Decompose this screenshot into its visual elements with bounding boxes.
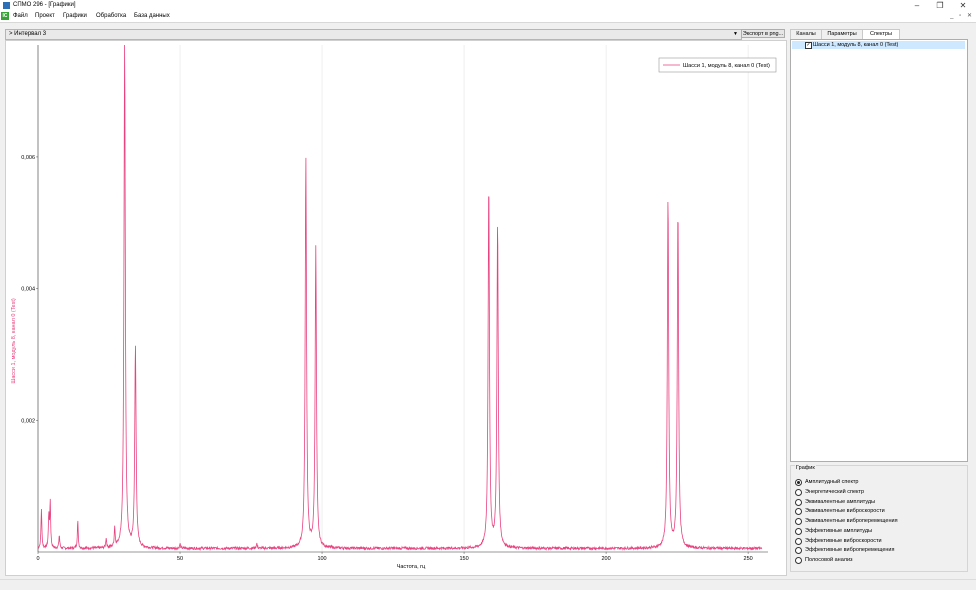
app-logo-icon: IC — [1, 12, 9, 20]
radio-label: Амплитудный спектр — [805, 479, 859, 485]
divider — [0, 22, 976, 23]
y-axis-label: Шасси 1, модуль 8, канал 0 (Test) — [11, 298, 17, 384]
x-tick-label: 0 — [36, 556, 39, 562]
menu-processing[interactable]: Обработка — [96, 12, 126, 21]
radio-button[interactable] — [795, 538, 802, 545]
radio-label: Эквивалентные амплитуды — [805, 499, 876, 505]
radio-label: Энергетический спектр — [805, 489, 865, 495]
x-tick-label: 200 — [601, 556, 610, 562]
tab-parameters[interactable]: Параметры — [821, 29, 863, 39]
y-tick-label: 0,002 — [21, 418, 35, 424]
radio-button[interactable] — [795, 489, 802, 496]
menu-file[interactable]: Файл — [13, 12, 28, 21]
radio-label: Эквивалентные виброскорости — [805, 508, 885, 514]
legend-label: Шасси 1, модуль 8, канал 0 (Test) — [683, 63, 770, 69]
x-tick-label: 150 — [459, 556, 468, 562]
mdi-window-controls[interactable]: _ ▫ ✕ — [950, 12, 974, 19]
menu-project[interactable]: Проект — [35, 12, 55, 21]
menu-database[interactable]: База данных — [134, 12, 170, 21]
interval-select-value: > Интервал 3 — [9, 31, 47, 37]
graph-type-group: График Амплитудный спектр Энергетический… — [790, 465, 968, 572]
radio-label: Эффективные виброперемещения — [805, 547, 895, 553]
radio-label: Полосовой анализ — [805, 557, 853, 563]
radio-button[interactable] — [795, 499, 802, 506]
spectrum-checkbox[interactable]: ✓ — [805, 42, 812, 49]
legend: Шасси 1, модуль 8, канал 0 (Test) — [658, 57, 777, 73]
menu-charts[interactable]: Графики — [63, 12, 87, 21]
interval-select[interactable]: > Интервал 3 ▼ — [5, 29, 742, 40]
spectrum-plot[interactable]: 0 50 100 150 200 250 0,002 0,004 0,006 Шасси 1, … — [5, 40, 787, 576]
radio-button[interactable] — [795, 547, 802, 554]
app-icon — [3, 2, 10, 9]
spectrum-chart: 0 50 100 150 200 250 0,002 0,004 0,006 Шасси 1, … — [11, 44, 777, 570]
y-tick-label: 0,004 — [21, 287, 35, 293]
title-bar: СПМО 296 - [Графики] – ❐ ✕ — [0, 0, 976, 11]
tab-channels[interactable]: Каналы — [790, 29, 822, 39]
list-item[interactable]: ✓ Шасси 1, модуль 8, канал 0 (Test) — [792, 41, 965, 49]
radio-label: Эффективные амплитуды — [805, 528, 873, 534]
x-tick-label: 250 — [744, 556, 753, 562]
maximize-button[interactable]: ❐ — [933, 0, 947, 11]
radio-button[interactable] — [795, 518, 802, 525]
y-tick-label: 0,006 — [21, 155, 35, 161]
series-line — [37, 44, 763, 552]
window-title: СПМО 296 - [Графики] — [13, 2, 76, 8]
minimize-button[interactable]: – — [910, 0, 924, 11]
radio-button[interactable] — [795, 557, 802, 564]
menu-bar: IC Файл Проект Графики Обработка База да… — [0, 11, 976, 22]
radio-button[interactable] — [795, 508, 802, 515]
radio-button[interactable] — [795, 528, 802, 535]
chevron-down-icon: ▼ — [733, 31, 738, 37]
group-title: График — [795, 465, 816, 472]
radio-button[interactable] — [795, 479, 802, 486]
spectra-list: ✓ Шасси 1, модуль 8, канал 0 (Test) — [790, 39, 968, 462]
radio-label: Эффективные виброскорости — [805, 538, 882, 544]
x-tick-label: 50 — [177, 556, 183, 562]
x-tick-label: 100 — [317, 556, 326, 562]
x-axis-label: Частота, гц — [397, 564, 426, 570]
radio-label: Эквивалентные виброперемещения — [805, 518, 898, 524]
status-bar — [0, 579, 976, 590]
close-button[interactable]: ✕ — [956, 0, 970, 11]
export-png-button[interactable]: Экспорт в png... — [741, 29, 785, 38]
list-item-label: Шасси 1, модуль 8, канал 0 (Test) — [813, 42, 899, 48]
